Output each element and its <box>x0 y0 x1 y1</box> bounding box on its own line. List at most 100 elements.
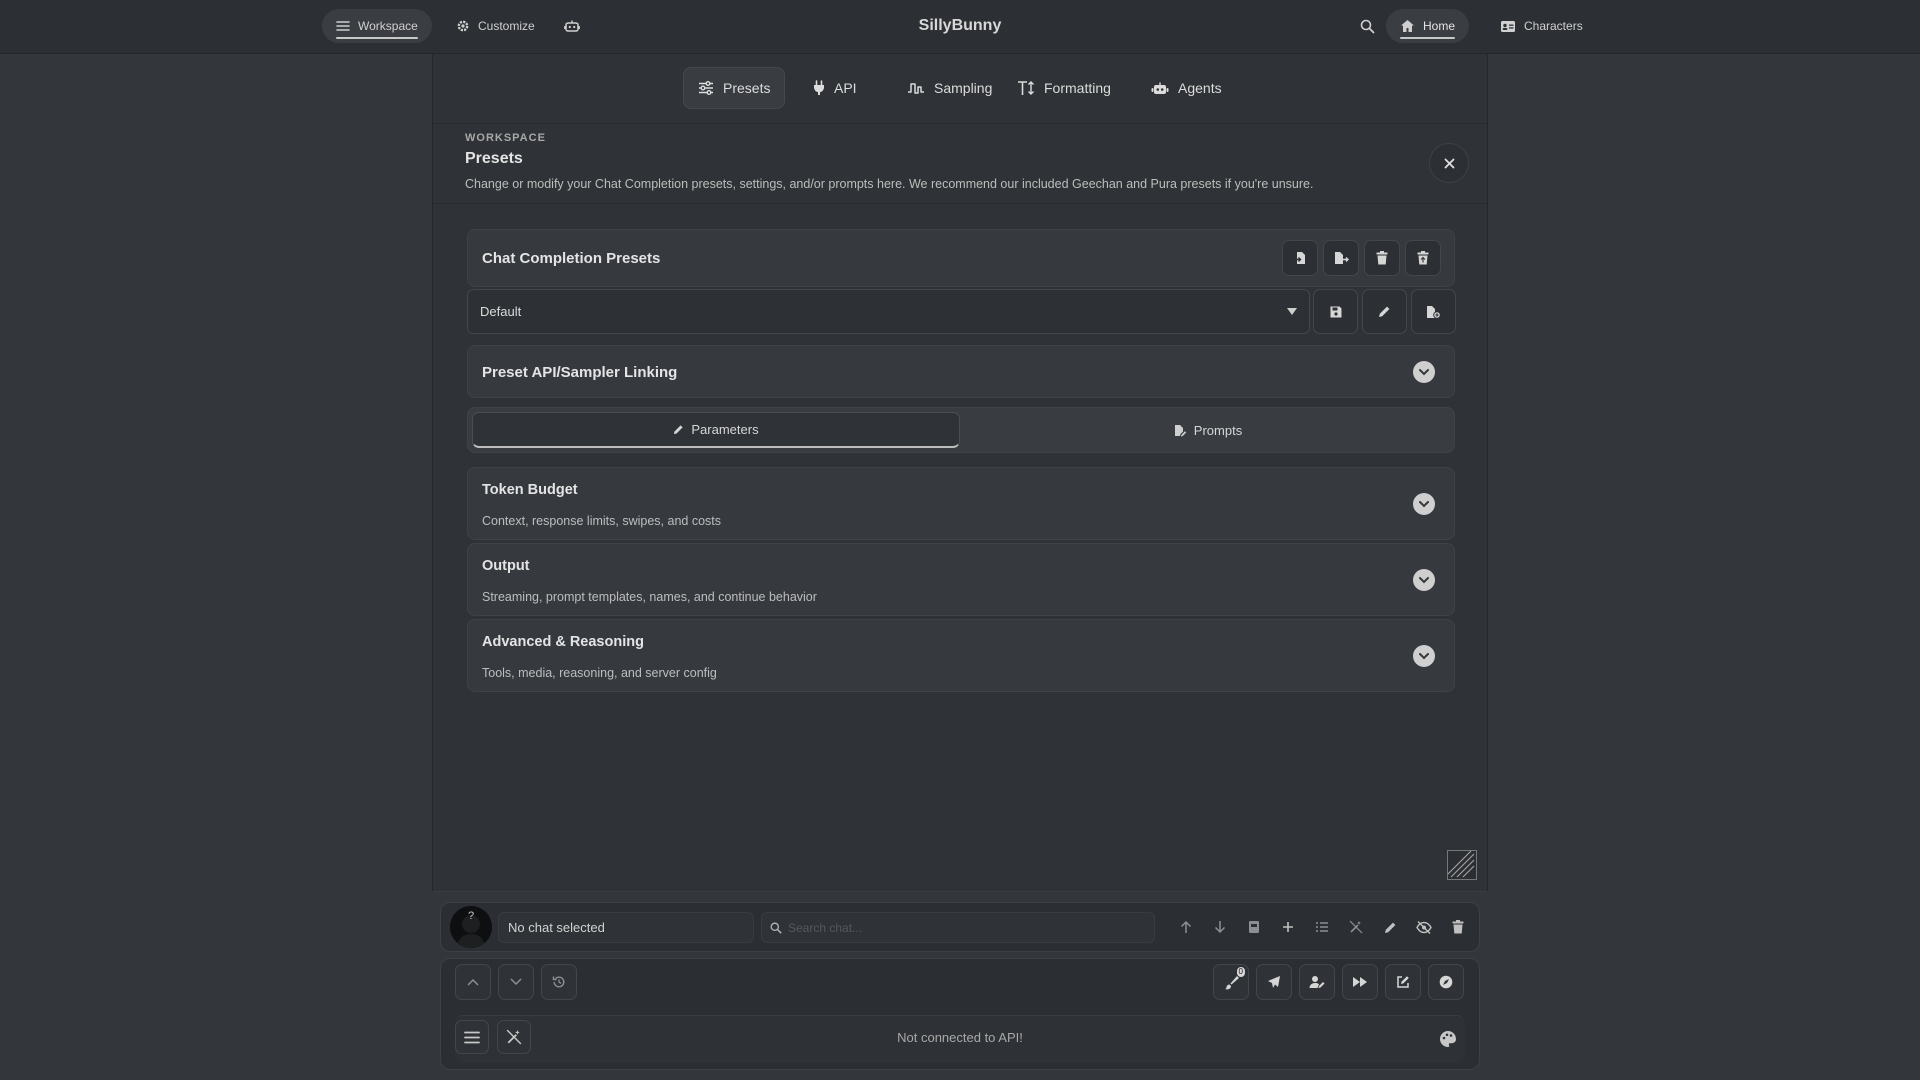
sliders-icon <box>698 81 714 95</box>
export-preset-button[interactable] <box>1323 240 1359 276</box>
group-advanced-reasoning[interactable]: Advanced & Reasoning Tools, media, reaso… <box>467 619 1455 692</box>
linking-title: Preset API/Sampler Linking <box>482 364 678 381</box>
customize-label: Customize <box>478 19 535 33</box>
history-button[interactable] <box>541 964 577 1000</box>
chevron-up-button[interactable] <box>455 964 491 1000</box>
tab-formatting[interactable]: Formatting <box>1003 67 1125 109</box>
hamburger-icon <box>336 19 350 33</box>
tab-presets-label: Presets <box>723 80 771 96</box>
tab-api-label: API <box>834 80 857 96</box>
history-icon <box>552 975 566 989</box>
segment-prompts[interactable]: Prompts <box>964 412 1452 448</box>
palette-icon[interactable] <box>1439 1030 1457 1048</box>
search-button[interactable] <box>1346 9 1389 43</box>
chat-bar: ? No chat selected <box>440 902 1480 952</box>
forward-icon <box>1352 976 1368 988</box>
chat-select[interactable]: No chat selected <box>498 912 754 943</box>
group-title: Output <box>482 558 530 574</box>
group-token-budget[interactable]: Token Budget Context, response limits, s… <box>467 467 1455 540</box>
wand-off-icon[interactable] <box>1346 917 1366 937</box>
restore-preset-button[interactable] <box>1405 240 1441 276</box>
pencil-icon[interactable] <box>1380 917 1400 937</box>
brush-button[interactable]: 0 <box>1213 964 1249 1000</box>
id-card-icon <box>1500 20 1516 33</box>
floppy-disk-icon <box>1330 306 1342 318</box>
pencil-icon <box>673 424 684 435</box>
tab-sampling-label: Sampling <box>934 80 993 96</box>
arrow-up-icon[interactable] <box>1176 917 1196 937</box>
trash-icon <box>1376 251 1388 265</box>
input-bar: Not connected to API! <box>455 1015 1465 1063</box>
compass-icon <box>1439 975 1453 989</box>
linking-card[interactable]: Preset API/Sampler Linking <box>467 345 1455 398</box>
customize-button[interactable]: Customize <box>442 9 549 43</box>
user-pen-icon <box>1309 975 1325 989</box>
delete-preset-button[interactable] <box>1364 240 1400 276</box>
resize-handle-icon[interactable] <box>1447 850 1477 880</box>
avatar[interactable]: ? <box>450 906 492 948</box>
pen-to-square-icon <box>1396 975 1410 989</box>
waveform-icon <box>907 81 925 95</box>
workspace-button[interactable]: Workspace <box>322 9 432 43</box>
gear-icon <box>456 19 470 33</box>
file-export-icon <box>1334 251 1349 265</box>
characters-label: Characters <box>1524 19 1583 33</box>
group-subtitle: Context, response limits, swipes, and co… <box>482 514 721 528</box>
characters-button[interactable]: Characters <box>1486 9 1597 43</box>
svg-text:?: ? <box>468 910 474 922</box>
close-button[interactable] <box>1429 143 1469 183</box>
send-button[interactable] <box>1256 964 1292 1000</box>
arrow-down-icon[interactable] <box>1210 917 1230 937</box>
trash-icon[interactable] <box>1448 917 1468 937</box>
chevron-down-icon[interactable] <box>1413 493 1435 515</box>
tab-formatting-label: Formatting <box>1044 80 1111 96</box>
segment-parameters-label: Parameters <box>691 422 759 437</box>
chevron-down-icon[interactable] <box>1413 361 1435 383</box>
paintbrush-icon <box>1224 975 1239 990</box>
home-button[interactable]: Home <box>1386 9 1470 43</box>
top-bar: Workspace Customize SillyBunny Home Char… <box>0 0 1920 54</box>
group-title: Token Budget <box>482 482 578 498</box>
tab-agents[interactable]: Agents <box>1137 67 1236 109</box>
chevron-down-button[interactable] <box>498 964 534 1000</box>
tab-presets[interactable]: Presets <box>683 67 786 109</box>
home-label: Home <box>1423 19 1456 33</box>
search-input[interactable] <box>788 920 1128 935</box>
group-output[interactable]: Output Streaming, prompt templates, name… <box>467 543 1455 616</box>
segment-parameters[interactable]: Parameters <box>472 412 960 448</box>
segment-prompts-label: Prompts <box>1193 422 1243 438</box>
search-icon <box>1360 19 1375 34</box>
message-dock: 0 Not connected to API! <box>440 958 1480 1070</box>
section-description: Change or modify your Chat Completion pr… <box>465 177 1314 191</box>
rename-preset-button[interactable] <box>1362 289 1407 334</box>
agents-button[interactable] <box>550 9 594 43</box>
pencil-icon <box>1378 305 1391 318</box>
robot-icon <box>564 19 580 33</box>
group-subtitle: Tools, media, reasoning, and server conf… <box>482 666 717 680</box>
list-check-icon[interactable] <box>1312 917 1332 937</box>
eye-slash-icon[interactable] <box>1414 917 1434 937</box>
chevron-down-icon[interactable] <box>1413 645 1435 667</box>
tab-sampling[interactable]: Sampling <box>893 67 1006 109</box>
tab-api[interactable]: API <box>799 67 871 109</box>
robot-icon <box>1151 81 1169 96</box>
header-divider <box>433 203 1487 204</box>
tab-agents-label: Agents <box>1178 80 1222 96</box>
preset-select[interactable]: Default <box>467 289 1310 334</box>
archive-icon[interactable] <box>1244 917 1264 937</box>
continue-button[interactable] <box>1342 964 1378 1000</box>
save-preset-button[interactable] <box>1313 289 1358 334</box>
new-preset-button[interactable] <box>1411 289 1456 334</box>
import-preset-button[interactable] <box>1282 240 1318 276</box>
page-title: Presets <box>465 150 523 167</box>
home-icon <box>1400 19 1415 33</box>
impersonate-button[interactable] <box>1299 964 1335 1000</box>
edit-button[interactable] <box>1385 964 1421 1000</box>
presets-card: Chat Completion Presets <box>467 229 1455 287</box>
chevron-down-icon[interactable] <box>1413 569 1435 591</box>
preset-select-value: Default <box>480 304 522 319</box>
section-header: WORKSPACE Presets Change or modify your … <box>465 132 1455 191</box>
plus-icon[interactable] <box>1278 917 1298 937</box>
badge-count: 0 <box>1236 967 1245 977</box>
explore-button[interactable] <box>1428 964 1464 1000</box>
